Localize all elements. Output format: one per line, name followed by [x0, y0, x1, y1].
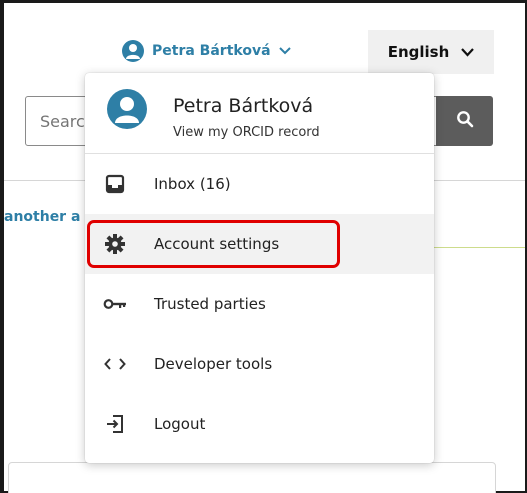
user-avatar-icon — [107, 89, 147, 129]
menu-item-trusted-parties[interactable]: Trusted parties — [85, 274, 434, 334]
frame-top — [0, 0, 527, 3]
search-icon — [456, 110, 474, 132]
menu-item-inbox[interactable]: Inbox (16) — [85, 154, 434, 214]
key-icon — [103, 292, 127, 316]
user-menu-toggle[interactable]: Petra Bártková — [122, 36, 291, 66]
language-selector[interactable]: English — [368, 30, 494, 74]
menu-item-label: Trusted parties — [154, 295, 266, 313]
divider-accent — [434, 247, 525, 248]
content-card — [8, 462, 496, 493]
user-avatar-icon — [122, 40, 144, 62]
menu-item-label: Inbox (16) — [154, 175, 231, 193]
user-dropdown-menu: Petra Bártková View my ORCID record Inbo… — [85, 73, 434, 463]
language-label: English — [387, 43, 450, 61]
view-orcid-record-link[interactable]: View my ORCID record — [173, 125, 320, 140]
frame-left — [0, 0, 4, 493]
menu-item-account-settings[interactable]: Account settings — [85, 214, 434, 274]
menu-item-logout[interactable]: Logout — [85, 394, 434, 454]
gear-icon — [103, 232, 127, 256]
chevron-down-icon — [461, 43, 475, 61]
menu-item-developer-tools[interactable]: Developer tools — [85, 334, 434, 394]
search-button[interactable] — [436, 96, 493, 146]
menu-item-label: Logout — [154, 415, 206, 433]
inbox-icon — [103, 172, 127, 196]
logout-icon — [103, 412, 127, 436]
menu-item-label: Account settings — [154, 235, 280, 253]
dropdown-user-name: Petra Bártková — [173, 95, 314, 117]
chevron-down-icon — [278, 44, 291, 58]
menu-item-label: Developer tools — [154, 355, 273, 373]
another-link[interactable]: another a — [4, 209, 80, 225]
dropdown-header[interactable]: Petra Bártková View my ORCID record — [85, 73, 434, 154]
user-name: Petra Bártková — [152, 43, 271, 59]
code-icon — [103, 352, 127, 376]
